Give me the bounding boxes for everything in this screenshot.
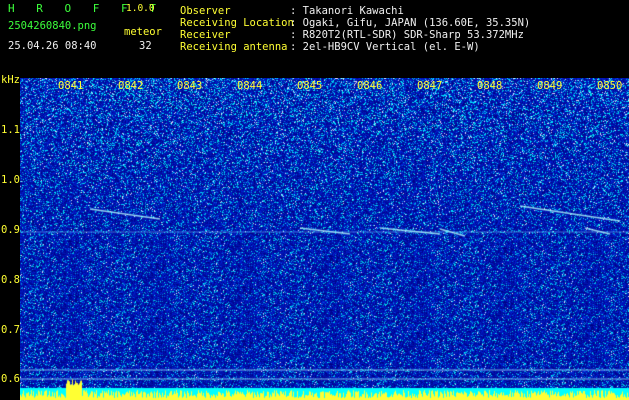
y-tick-0-7: 0.7 bbox=[1, 324, 20, 336]
y-tick-1-0: 1.0 bbox=[1, 174, 20, 186]
meteor-label: meteor bbox=[124, 26, 162, 38]
time-tick-0844: 0844 bbox=[237, 80, 263, 92]
app-version: 1.0.0 bbox=[126, 3, 155, 14]
filename: 2504260840.png bbox=[8, 20, 97, 32]
time-tick-0849: 0849 bbox=[537, 80, 563, 92]
time-tick-0841: 0841 bbox=[58, 80, 84, 92]
datetime: 25.04.26 08:40 bbox=[8, 40, 97, 52]
antenna-value: : 2el-HB9CV Vertical (el. E-W) bbox=[290, 41, 480, 53]
time-tick-0847: 0847 bbox=[417, 80, 443, 92]
time-tick-0843: 0843 bbox=[177, 80, 203, 92]
receiver-value: : R820T2(RTL-SDR) SDR-Sharp 53.372MHz bbox=[290, 29, 524, 41]
axis-unit: kHz bbox=[1, 74, 20, 86]
time-tick-0848: 0848 bbox=[477, 80, 503, 92]
time-tick-0846: 0846 bbox=[357, 80, 383, 92]
y-tick-1-1: 1.1 bbox=[1, 124, 20, 136]
receiver-label: Receiver bbox=[180, 29, 231, 41]
observer-label: Observer bbox=[180, 5, 231, 17]
y-tick-0-6: 0.6 bbox=[1, 373, 20, 385]
time-tick-0845: 0845 bbox=[297, 80, 323, 92]
spectrogram bbox=[20, 78, 629, 400]
meteor-count: 32 bbox=[139, 40, 152, 52]
time-tick-0842: 0842 bbox=[118, 80, 144, 92]
observer-value: : Takanori Kawachi bbox=[290, 5, 404, 17]
y-tick-0-8: 0.8 bbox=[1, 274, 20, 286]
location-value: : Ogaki, Gifu, JAPAN (136.60E, 35.35N) bbox=[290, 17, 531, 29]
time-tick-0850: 0850 bbox=[597, 80, 623, 92]
location-label: Receiving Location bbox=[180, 17, 294, 29]
antenna-label: Receiving antenna bbox=[180, 41, 288, 53]
hrofft-window: H R O F F T 1.0.0 2504260840.png meteor … bbox=[0, 0, 629, 400]
y-tick-0-9: 0.9 bbox=[1, 224, 20, 236]
